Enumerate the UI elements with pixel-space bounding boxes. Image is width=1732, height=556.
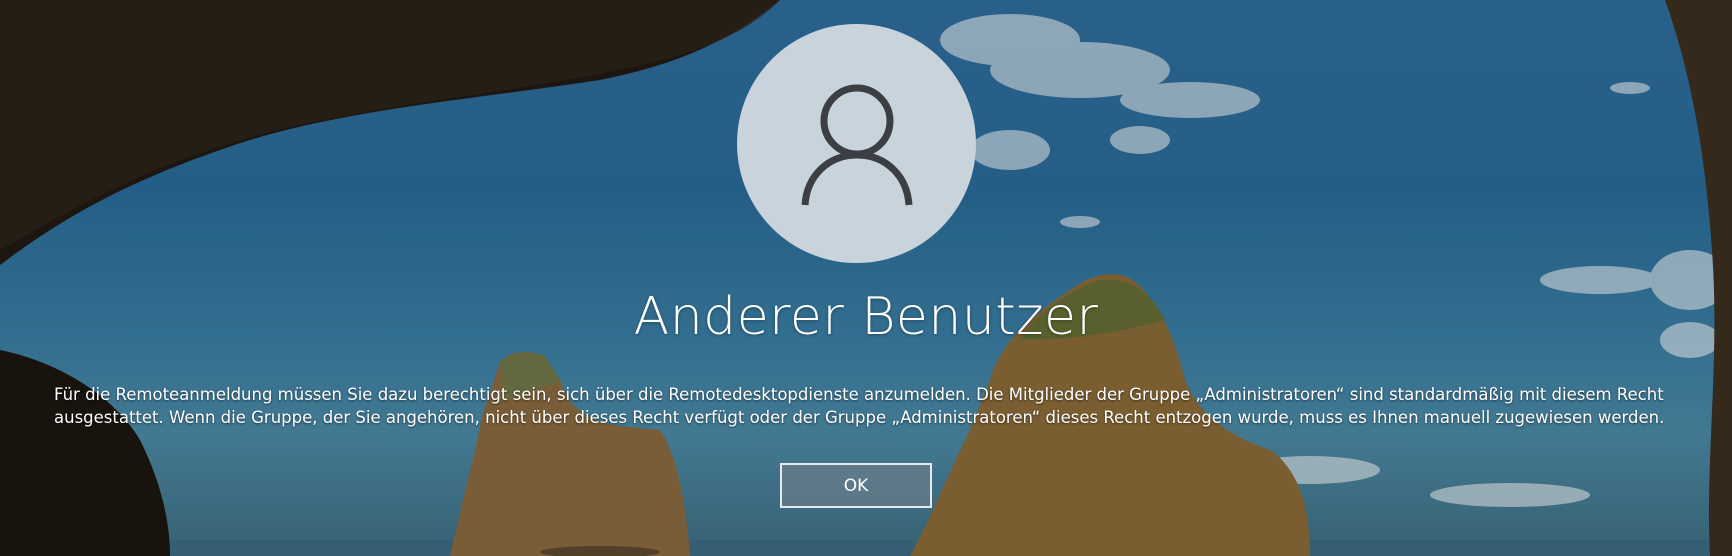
lock-screen: Anderer Benutzer Für die Remoteanmeldung… [0,0,1732,556]
user-silhouette-icon [801,84,912,205]
ok-button[interactable]: OK [780,463,932,508]
remote-login-permission-message: Für die Remoteanmeldung müssen Sie dazu … [54,385,1665,427]
user-avatar [737,24,976,263]
user-name: Anderer Benutzer [633,287,1099,347]
